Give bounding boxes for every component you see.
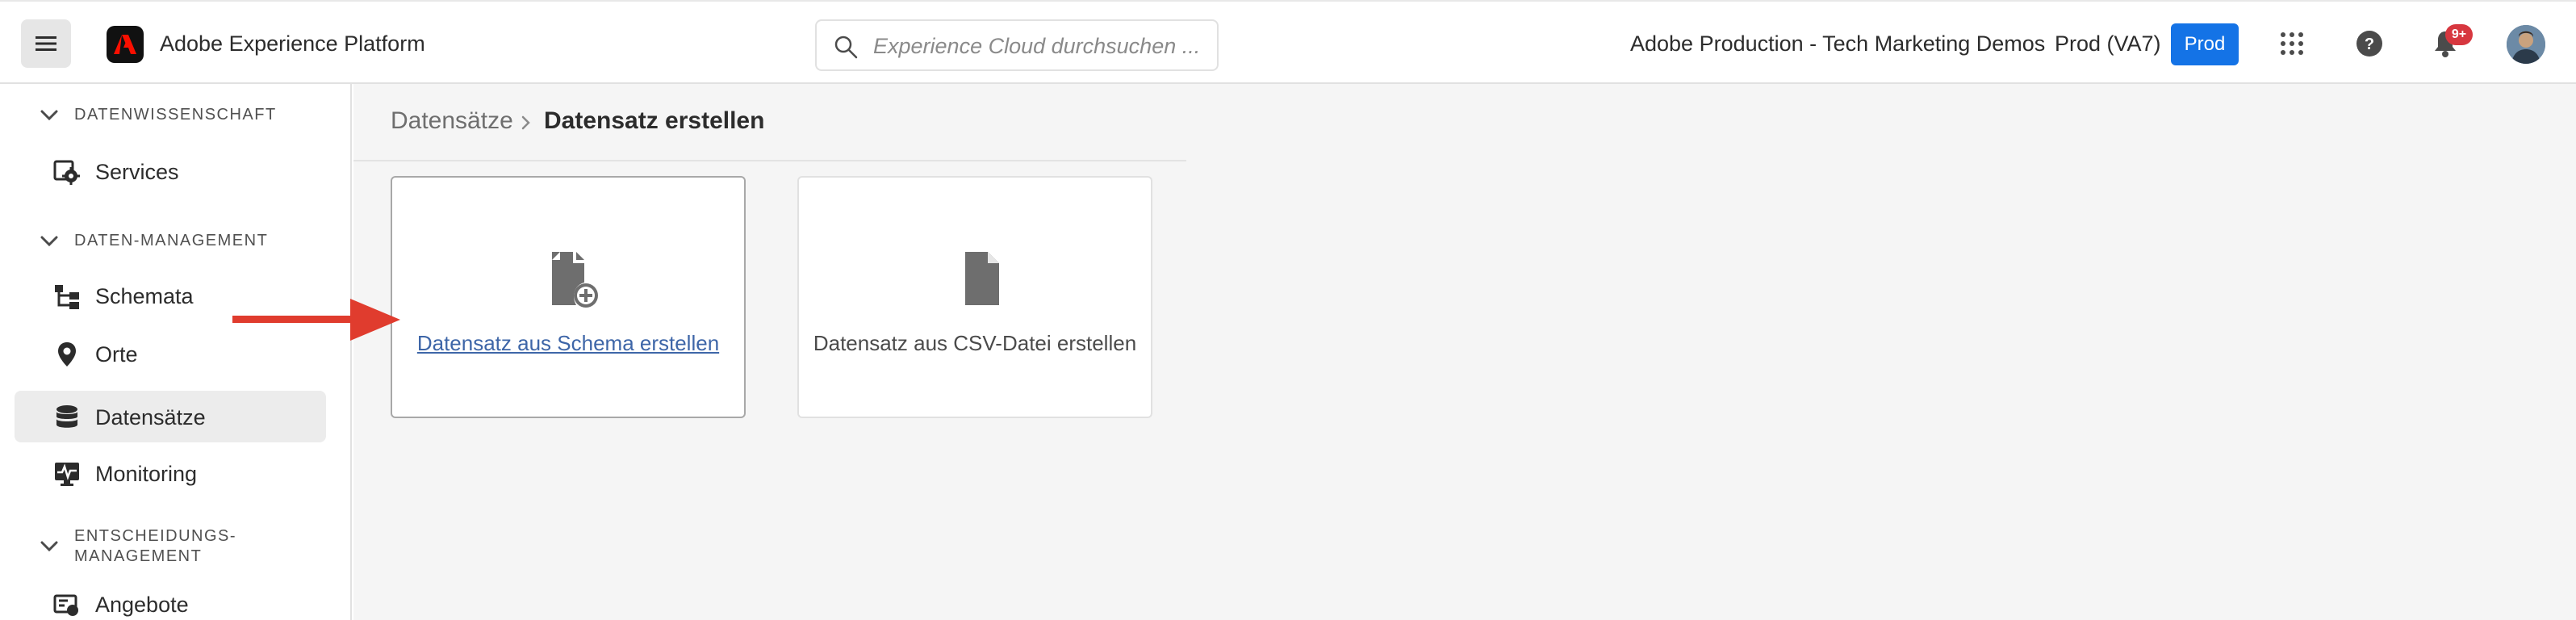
sidebar-item-datensaetze[interactable]: Datensätze [15, 391, 326, 442]
section-label: ENTSCHEIDUNGS- MANAGEMENT [74, 526, 236, 567]
org-switcher[interactable]: Adobe Production - Tech Marketing Demos [1630, 31, 2045, 57]
chevron-right-icon [521, 115, 530, 130]
adobe-logo-icon[interactable] [107, 26, 144, 63]
svg-text:?: ? [2365, 36, 2374, 53]
breadcrumb: Datensätze Datensatz erstellen [353, 84, 1186, 161]
chevron-down-icon [40, 236, 58, 247]
sidebar-item-monitoring[interactable]: Monitoring [15, 447, 326, 499]
breadcrumb-parent-link[interactable]: Datensätze [391, 107, 513, 135]
app-grid-icon[interactable] [2274, 26, 2310, 61]
sidebar-section-entscheidungs-management[interactable]: ENTSCHEIDUNGS- MANAGEMENT [40, 526, 236, 567]
red-arrow-icon [232, 299, 400, 341]
offers-icon [53, 594, 78, 616]
sidebar-section-datenwissenschaft[interactable]: DATENWISSENSCHAFT [40, 105, 277, 125]
database-icon [56, 405, 77, 428]
services-icon [53, 160, 80, 185]
card-label[interactable]: Datensatz aus CSV-Datei erstellen [799, 331, 1151, 356]
file-add-icon [552, 252, 598, 308]
section-label: DATEN-MANAGEMENT [74, 232, 269, 249]
search-icon [834, 36, 858, 59]
hamburger-menu-button[interactable] [21, 19, 71, 68]
main-content: Datensätze Datensatz erstellen Datensatz… [353, 84, 2576, 620]
monitoring-icon [55, 463, 79, 486]
top-bar: Adobe Experience Platform Adobe Producti… [0, 0, 2576, 84]
chevron-down-icon [40, 541, 58, 552]
search-input[interactable] [873, 32, 1204, 60]
sidebar-item-services[interactable]: Services [15, 145, 326, 197]
chevron-down-icon [40, 110, 58, 121]
sidebar-item-label: Datensätze [95, 405, 206, 429]
breadcrumb-current: Datensatz erstellen [544, 107, 765, 134]
sidebar-section-daten-management[interactable]: DATEN-MANAGEMENT [40, 231, 268, 251]
help-icon[interactable]: ? [2352, 26, 2387, 61]
create-from-schema-card[interactable]: Datensatz aus Schema erstellen [391, 176, 746, 418]
sidebar-item-label: Angebote [95, 593, 189, 617]
app-title[interactable]: Adobe Experience Platform [160, 31, 425, 57]
sidebar-item-label: Orte [95, 342, 138, 367]
user-avatar[interactable] [2507, 25, 2545, 64]
sidebar-item-label: Services [95, 160, 179, 184]
notification-count-badge: 9+ [2445, 24, 2473, 45]
sidebar-item-label: Schemata [95, 284, 194, 308]
section-label-line1: ENTSCHEIDUNGS- [74, 527, 237, 545]
section-label-line2: MANAGEMENT [74, 547, 203, 565]
schema-icon [55, 285, 79, 309]
sidebar-item-label: Monitoring [95, 462, 198, 486]
card-label[interactable]: Datensatz aus Schema erstellen [392, 331, 744, 356]
section-label: DATENWISSENSCHAFT [74, 106, 277, 124]
sandbox-switcher[interactable]: Prod (VA7) [2055, 31, 2161, 57]
environment-badge[interactable]: Prod [2171, 23, 2239, 65]
hamburger-icon [36, 36, 56, 51]
left-sidebar: DATENWISSENSCHAFT Services DATEN-MANAGEM… [0, 84, 352, 620]
file-icon [965, 252, 999, 305]
location-pin-icon [58, 342, 76, 367]
create-from-csv-card[interactable]: Datensatz aus CSV-Datei erstellen [797, 176, 1152, 418]
search-box[interactable] [815, 19, 1219, 71]
sidebar-item-angebote[interactable]: Angebote [15, 578, 326, 620]
